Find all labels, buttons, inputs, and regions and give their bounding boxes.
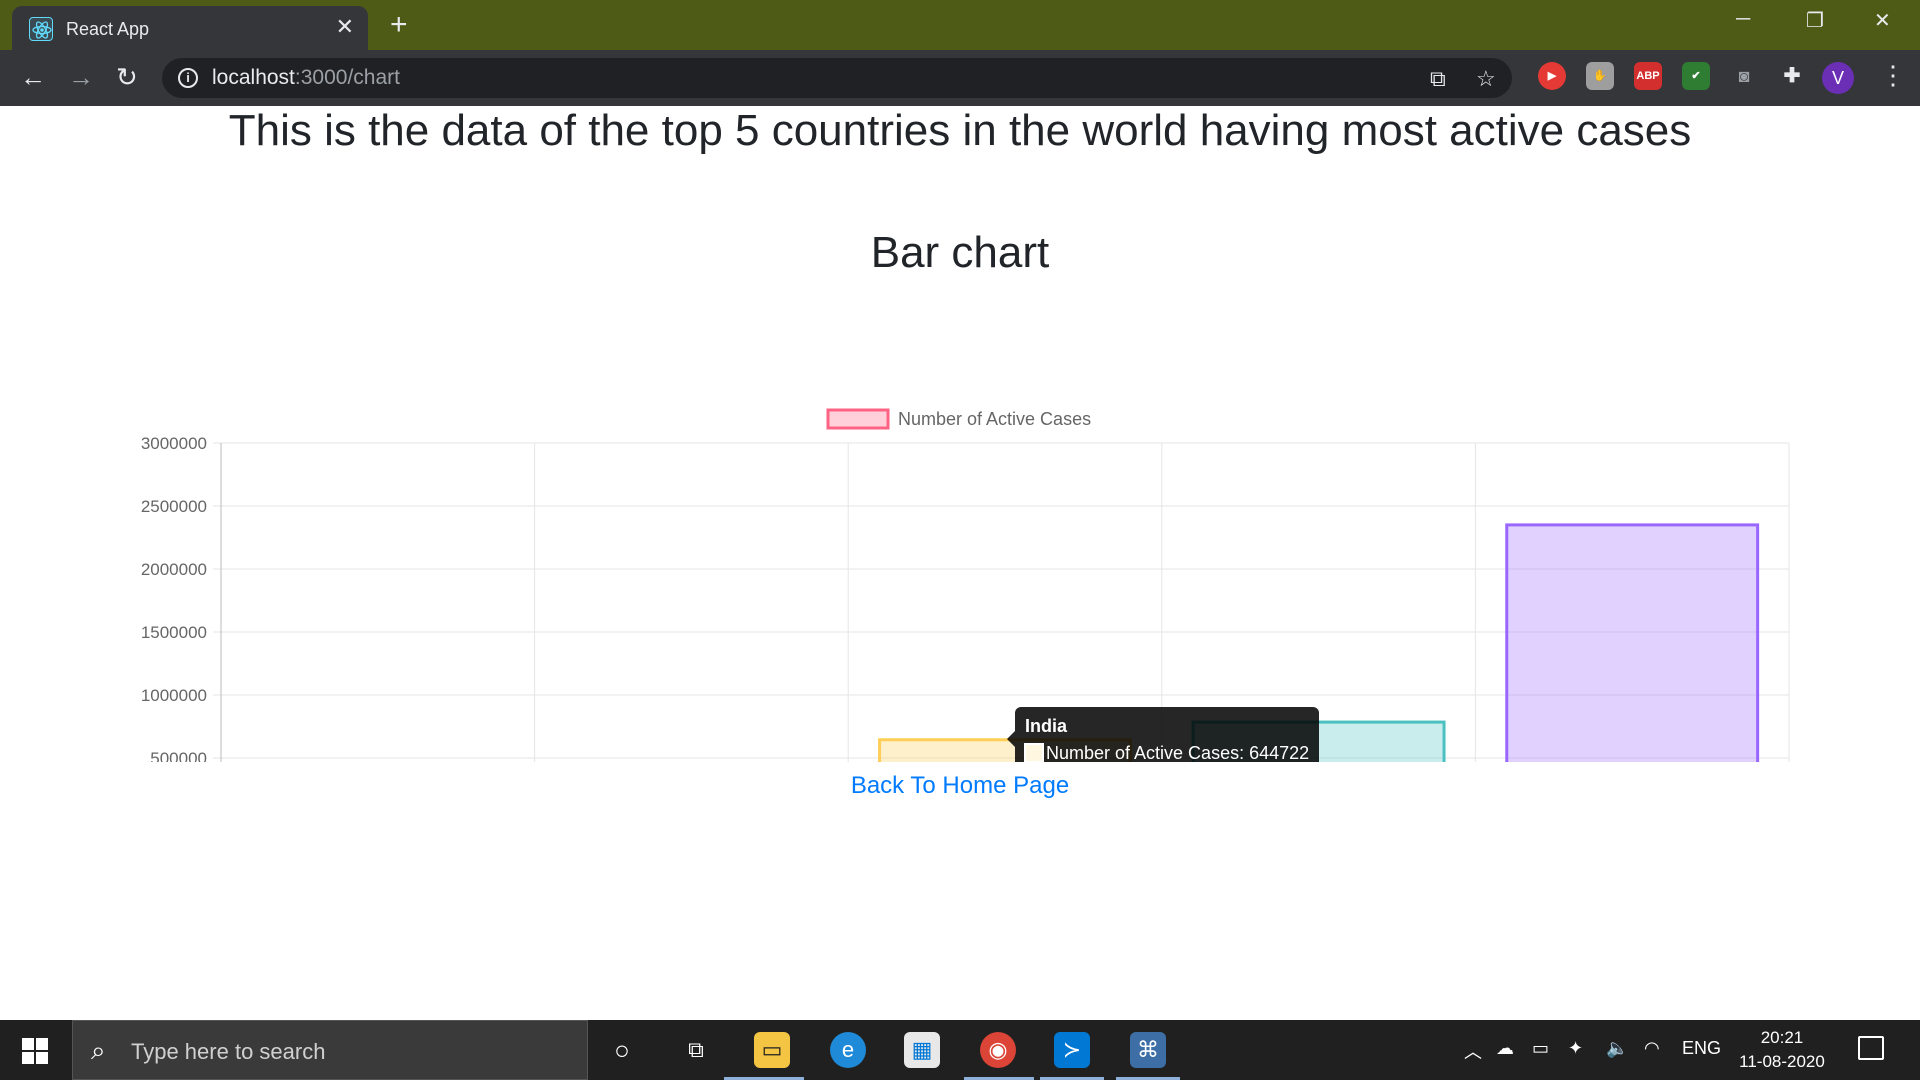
camera-icon[interactable]: ◙ [1730, 62, 1758, 90]
address-bar[interactable]: i localhost:3000/chart ⧉ ☆ [162, 58, 1512, 98]
y-tick-label: 500000 [150, 749, 207, 762]
tray-chevron-icon[interactable]: ︿ [1464, 1038, 1482, 1064]
translate-icon[interactable]: ⧉ [1430, 66, 1446, 92]
chart-tooltip: India Number of Active Cases: 644722 [1007, 707, 1319, 762]
restore-icon[interactable]: ❐ [1806, 8, 1824, 33]
tooltip-label: Number of Active Cases: 644722 [1046, 743, 1309, 762]
back-icon[interactable]: ← [20, 62, 46, 92]
mysql-workbench-icon[interactable]: ⌘ [1130, 1032, 1166, 1068]
onedrive-icon[interactable]: ☁ [1496, 1038, 1514, 1059]
browser-menu-icon[interactable]: ⋮ [1880, 60, 1906, 91]
page-headline: This is the data of the top 5 countries … [228, 106, 1692, 155]
browser-tab[interactable]: React App ✕ [12, 6, 368, 50]
site-info-icon[interactable]: i [178, 68, 198, 88]
battery-icon[interactable]: ▭ [1532, 1038, 1549, 1059]
cortana-icon[interactable]: ○ [604, 1032, 640, 1068]
dropbox-icon[interactable]: ✦ [1568, 1038, 1583, 1059]
language-indicator[interactable]: ENG [1682, 1038, 1721, 1059]
store-icon[interactable]: ▦ [904, 1032, 940, 1068]
y-axis-ticks: 0500000100000015000002000000250000030000… [141, 434, 207, 762]
y-tick-label: 3000000 [141, 434, 207, 453]
extension-red-icon[interactable]: ▶ [1538, 62, 1566, 90]
chart-title: Bar chart [870, 228, 1050, 277]
chrome-icon[interactable]: ◉ [980, 1032, 1016, 1068]
search-placeholder: Type here to search [131, 1039, 326, 1064]
y-tick-label: 1500000 [141, 623, 207, 642]
y-tick-label: 2000000 [141, 560, 207, 579]
taskbar-search-box[interactable]: ⌕ Type here to search [72, 1020, 588, 1080]
back-to-home-link[interactable]: Back To Home Page [0, 772, 1920, 800]
volume-icon[interactable]: 🔈 [1606, 1038, 1628, 1059]
browser-tab-strip: React App ✕ + ─ ❐ ✕ [0, 0, 1920, 50]
tooltip-swatch [1024, 743, 1044, 762]
bar [1505, 523, 1760, 762]
chart-bars [878, 523, 1760, 762]
taskbar-clock[interactable]: 20:21 11-08-2020 [1730, 1026, 1834, 1074]
vscode-icon[interactable]: ≻ [1054, 1032, 1090, 1068]
notification-center-icon[interactable] [1858, 1036, 1884, 1060]
reload-icon[interactable]: ↻ [116, 62, 138, 92]
clock-date: 11-08-2020 [1739, 1052, 1825, 1071]
browser-toolbar: ← → ↻ i localhost:3000/chart ⧉ ☆ ▶ ✋ ABP… [0, 50, 1920, 106]
chart-legend: Number of Active Cases [826, 408, 1091, 430]
edge-icon[interactable]: e [830, 1032, 866, 1068]
file-explorer-icon[interactable]: ▭ [754, 1032, 790, 1068]
bookmark-star-icon[interactable]: ☆ [1476, 66, 1496, 92]
clock-time: 20:21 [1760, 1028, 1804, 1047]
y-tick-label: 1000000 [141, 686, 207, 705]
adblock-plus-icon[interactable]: ABP [1634, 62, 1662, 90]
search-icon: ⌕ [91, 1035, 106, 1065]
task-view-icon[interactable]: ⧉ [678, 1032, 714, 1068]
legend-swatch[interactable] [826, 408, 890, 430]
page-content: This is the data of the top 5 countries … [0, 106, 1920, 1020]
close-window-icon[interactable]: ✕ [1874, 8, 1891, 33]
extensions-puzzle-icon[interactable]: ✚ [1778, 62, 1806, 90]
tab-title: React App [66, 19, 150, 39]
profile-avatar[interactable]: V [1822, 62, 1854, 94]
forward-icon[interactable]: → [68, 62, 94, 92]
bar-chart: 0500000100000015000002000000250000030000… [141, 408, 1790, 762]
minimize-icon[interactable]: ─ [1736, 8, 1750, 31]
legend-label[interactable]: Number of Active Cases [898, 409, 1091, 429]
extension-gray-icon[interactable]: ✋ [1586, 62, 1614, 90]
y-tick-label: 2500000 [141, 497, 207, 516]
windows-taskbar: ⌕ Type here to search ○ ⧉ ▭ e ▦ ◉ ≻ ⌘ ︿ … [0, 1020, 1920, 1080]
tab-close-icon[interactable]: ✕ [336, 15, 354, 39]
tooltip-title: India [1025, 716, 1068, 736]
windows-start-icon[interactable] [22, 1038, 48, 1064]
new-tab-button[interactable]: + [390, 8, 408, 42]
react-icon [29, 17, 53, 41]
wifi-icon[interactable]: ◠ [1644, 1038, 1660, 1059]
url-text[interactable]: localhost:3000/chart [212, 66, 400, 90]
extension-check-icon[interactable]: ✔ [1682, 62, 1710, 90]
